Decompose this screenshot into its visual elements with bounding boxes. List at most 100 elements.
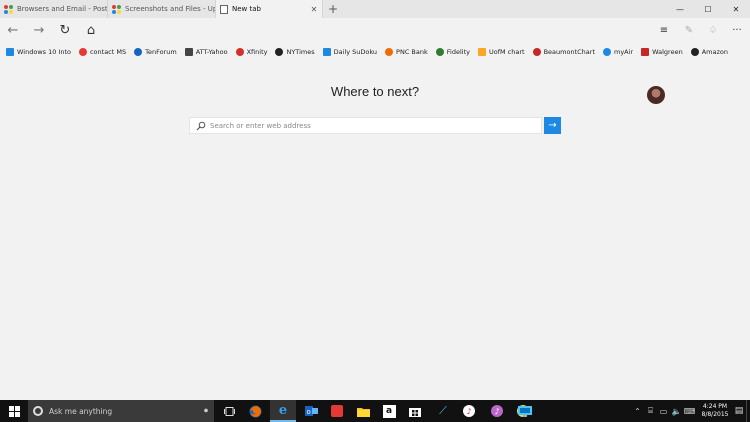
favorite-label: BeaumontChart: [543, 48, 595, 56]
navigation-bar: ← → ↻ ⌂ ≡ ✎ ♤ ···: [0, 18, 750, 42]
favorite-windows-10-into[interactable]: Windows 10 Into: [6, 48, 71, 56]
tab-browsers-email[interactable]: Browsers and Email - Post N: [0, 0, 108, 18]
favorite-fidelity[interactable]: Fidelity: [435, 48, 470, 56]
uofm-icon: [477, 48, 486, 56]
tab-new-tab[interactable]: New tab ✕: [216, 0, 323, 18]
star-icon: [184, 48, 193, 56]
favorite-nytimes[interactable]: NYTimes: [275, 48, 315, 56]
itunes-icon[interactable]: ♪: [456, 400, 482, 422]
cortana-search-text: Ask me anything: [49, 406, 113, 416]
favorite-contact-ms[interactable]: contact MS: [78, 48, 127, 56]
page-icon: [220, 4, 228, 14]
myair-icon: [603, 48, 611, 56]
store-icon[interactable]: [402, 400, 428, 422]
favorite-label: Amazon: [701, 48, 728, 56]
favorite-label: contact MS: [89, 48, 127, 56]
favorite-label: UofM chart: [488, 48, 525, 56]
forward-button[interactable]: →: [30, 22, 48, 38]
web-note-button[interactable]: ✎: [680, 22, 698, 38]
favorite-daily-sudoku[interactable]: Daily SuDoku: [322, 48, 378, 56]
windows-icon: [112, 4, 121, 14]
favorite-att-yahoo[interactable]: ATT-Yahoo: [184, 48, 228, 56]
favorite-myair[interactable]: myAir: [603, 48, 633, 56]
tab-label: Screenshots and Files - Uplo: [125, 5, 215, 13]
tab-label: New tab: [232, 5, 261, 13]
task-view-icon[interactable]: [216, 400, 242, 422]
clock[interactable]: 4:24 PM 8/8/2015: [698, 403, 732, 419]
network-icon[interactable]: ⌸: [644, 406, 657, 416]
hub-button[interactable]: ≡: [655, 22, 673, 38]
favorite-walgreen[interactable]: Walgreen: [641, 48, 683, 56]
fidelity-icon: [435, 48, 444, 56]
favorite-label: PNC Bank: [396, 48, 428, 56]
svg-text:o: o: [306, 408, 310, 416]
clock-time: 4:24 PM: [702, 403, 728, 410]
go-button[interactable]: →: [544, 117, 561, 134]
edge-icon[interactable]: e: [270, 400, 296, 422]
avatar[interactable]: [647, 86, 665, 104]
tab-label: Browsers and Email - Post N: [17, 5, 107, 13]
favorite-label: TenForum: [145, 48, 177, 56]
favorite-label: Fidelity: [446, 48, 470, 56]
ms-icon: [78, 48, 87, 56]
page-title: Where to next?: [330, 84, 420, 99]
tenforum-icon: [134, 48, 143, 56]
microphone-icon[interactable]: ⏺: [204, 406, 208, 416]
search-input[interactable]: [210, 119, 535, 132]
tab-screenshots-files[interactable]: Screenshots and Files - Uplo: [108, 0, 216, 18]
close-tab-icon[interactable]: ✕: [309, 5, 319, 14]
new-tab-button[interactable]: +: [323, 0, 343, 18]
home-button[interactable]: ⌂: [82, 22, 100, 38]
file-explorer-icon[interactable]: [350, 400, 376, 422]
favorite-label: Daily SuDoku: [333, 48, 378, 56]
pnc-icon: [385, 48, 394, 56]
red-app-icon[interactable]: [324, 400, 350, 422]
sudoku-icon: [322, 48, 331, 56]
show-desktop-button[interactable]: [746, 400, 750, 422]
minimize-button[interactable]: —: [666, 0, 694, 18]
favorite-pnc-bank[interactable]: PNC Bank: [385, 48, 428, 56]
remote-desktop-icon[interactable]: [512, 400, 538, 422]
firefox-icon[interactable]: [242, 400, 268, 422]
close-button[interactable]: ✕: [722, 0, 750, 18]
walgreen-icon: [641, 48, 650, 56]
search-icon: [196, 121, 206, 131]
chevron-up-icon[interactable]: ⌃: [631, 407, 644, 416]
itunes-alt-icon[interactable]: ♪: [484, 400, 510, 422]
favorite-label: Xfinity: [246, 48, 268, 56]
feather-icon[interactable]: ⟋: [430, 400, 456, 422]
amazon-icon: [690, 48, 699, 56]
more-button[interactable]: ···: [728, 22, 746, 38]
keyboard-icon[interactable]: ⌨: [683, 407, 696, 416]
volume-icon[interactable]: 🔈: [670, 407, 683, 416]
window-controls: — ☐ ✕: [666, 0, 750, 18]
xfinity-icon: [235, 48, 244, 56]
maximize-button[interactable]: ☐: [694, 0, 722, 18]
system-tray: ⌃ ⌸ ▭ 🔈 ⌨ 4:24 PM 8/8/2015 ▤: [631, 400, 750, 422]
refresh-button[interactable]: ↻: [56, 22, 74, 38]
favorite-amazon[interactable]: Amazon: [690, 48, 728, 56]
windows-logo-icon: [8, 405, 20, 417]
tab-bar: Browsers and Email - Post N Screenshots …: [0, 0, 750, 18]
share-button[interactable]: ♤: [704, 22, 722, 38]
beaumont-icon: [532, 48, 541, 56]
favorite-xfinity[interactable]: Xfinity: [235, 48, 268, 56]
back-button[interactable]: ←: [4, 22, 22, 38]
favorite-tenforum[interactable]: TenForum: [134, 48, 177, 56]
favorite-beaumontchart[interactable]: BeaumontChart: [532, 48, 595, 56]
clock-date: 8/8/2015: [701, 411, 729, 418]
favorite-label: Walgreen: [652, 48, 683, 56]
amazon-icon[interactable]: a: [376, 400, 402, 422]
windows-icon: [4, 4, 13, 14]
taskbar: Ask me anything ⏺ e o a ⟋ ♪ ♪ ✓ ⌃ ⌸ ▭: [0, 400, 750, 422]
battery-icon[interactable]: ▭: [657, 407, 670, 416]
favorites-bar: Windows 10 Into contact MS TenForum ATT-Yah…: [0, 42, 750, 62]
notifications-icon[interactable]: ▤: [732, 400, 746, 422]
favorite-uofm-chart[interactable]: UofM chart: [477, 48, 525, 56]
windows-icon: [6, 48, 14, 56]
start-button[interactable]: [0, 400, 28, 422]
search-box: [189, 117, 542, 134]
favorite-label: myAir: [614, 48, 634, 56]
outlook-icon[interactable]: o: [298, 400, 324, 422]
cortana-search[interactable]: Ask me anything ⏺: [28, 400, 214, 422]
